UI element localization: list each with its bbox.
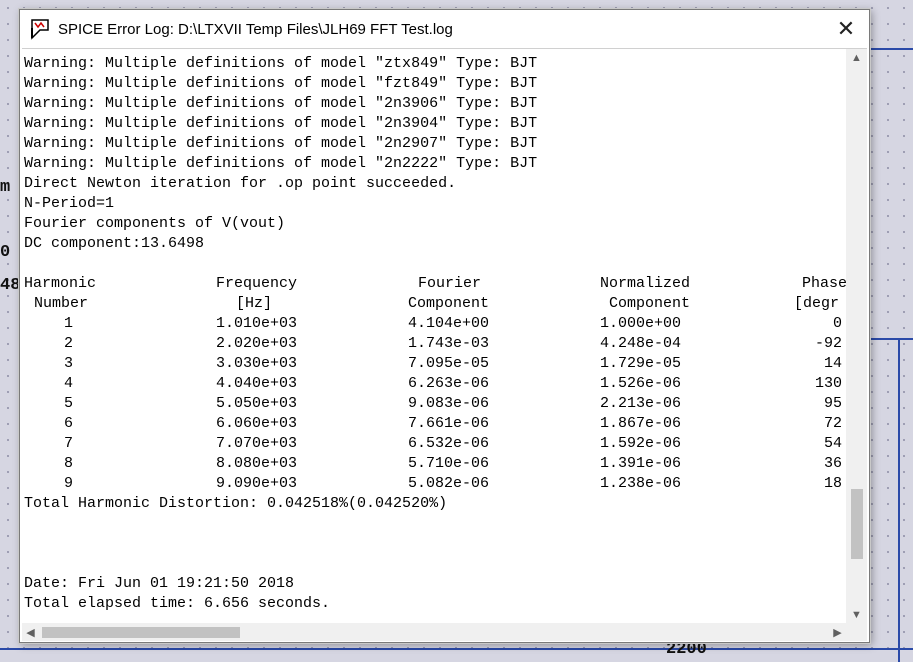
table-cell: 9 — [64, 475, 74, 492]
table-cell: 1.010e+03 — [216, 315, 298, 332]
table-cell: 1.391e-06 — [600, 455, 682, 472]
log-line: DC component:13.6498 — [24, 235, 205, 252]
horizontal-scroll-thumb[interactable] — [42, 627, 240, 638]
log-line: Direct Newton iteration for .op point su… — [24, 175, 457, 192]
table-cell: 7.070e+03 — [216, 435, 298, 452]
vertical-scroll-thumb[interactable] — [851, 489, 863, 559]
table-cell: Number — [34, 295, 89, 312]
table-cell: 5.082e-06 — [408, 475, 490, 492]
close-icon: ✕ — [836, 16, 856, 41]
table-cell: 4 — [64, 375, 74, 392]
log-header-lines: Warning: Multiple definitions of model "… — [22, 54, 846, 254]
table-cell: 1.867e-06 — [600, 415, 682, 432]
table-cell: 7 — [64, 435, 74, 452]
table-cell: 8 — [64, 455, 74, 472]
log-line: Warning: Multiple definitions of model "… — [24, 55, 538, 72]
table-cell: 1.729e-05 — [600, 355, 682, 372]
table-cell: Frequency — [216, 275, 298, 292]
table-cell: Harmonic — [24, 275, 97, 292]
size-grip[interactable] — [846, 623, 867, 641]
table-cell: 7.661e-06 — [408, 415, 490, 432]
table-cell: 6.532e-06 — [408, 435, 490, 452]
log-client-area: Warning: Multiple definitions of model "… — [22, 48, 867, 641]
log-line: Warning: Multiple definitions of model "… — [24, 75, 538, 92]
table-cell: 6.263e-06 — [408, 375, 490, 392]
table-cell: 2.020e+03 — [216, 335, 298, 352]
table-cell: 2 — [64, 335, 74, 352]
table-cell: 1.743e-03 — [408, 335, 490, 352]
log-line: Fourier components of V(vout) — [24, 215, 286, 232]
window-title: SPICE Error Log: D:\LTXVII Temp Files\JL… — [58, 20, 453, 38]
log-line: Warning: Multiple definitions of model "… — [24, 115, 538, 132]
table-cell: 9.083e-06 — [408, 395, 490, 412]
log-text-area[interactable]: Warning: Multiple definitions of model "… — [22, 49, 846, 623]
close-button[interactable]: ✕ — [823, 10, 869, 48]
table-cell: Component — [408, 295, 490, 312]
scroll-right-icon[interactable]: ▶ — [829, 623, 846, 641]
vertical-scrollbar[interactable]: ▲ ▼ — [846, 49, 867, 623]
table-cell: Fourier — [418, 275, 482, 292]
schematic-label: 0 — [0, 243, 11, 262]
elapsed-time-line: Total elapsed time: 6.656 seconds. — [24, 595, 331, 612]
log-line: N-Period=1 — [24, 195, 115, 212]
table-cell: Phase — [802, 275, 846, 292]
log-line: Warning: Multiple definitions of model "… — [24, 95, 538, 112]
table-cell: 9.090e+03 — [216, 475, 298, 492]
table-cell: Component — [609, 295, 691, 312]
table-cell: [degr — [794, 295, 840, 312]
schematic-wire — [898, 338, 900, 662]
table-cell: 1.000e+00 — [600, 315, 682, 332]
table-cell: 8.080e+03 — [216, 455, 298, 472]
schematic-wire — [868, 338, 913, 340]
scroll-up-icon[interactable]: ▲ — [846, 49, 867, 66]
table-cell: 7.095e-05 — [408, 355, 490, 372]
table-cell: 3.030e+03 — [216, 355, 298, 372]
table-cell: 5.710e-06 — [408, 455, 490, 472]
date-line: Date: Fri Jun 01 19:21:50 2018 — [24, 575, 295, 592]
log-line: Warning: Multiple definitions of model "… — [24, 135, 538, 152]
schematic-label: m — [0, 178, 11, 197]
spice-error-log-window: SPICE Error Log: D:\LTXVII Temp Files\JL… — [19, 9, 870, 643]
table-cell: 4.248e-04 — [600, 335, 682, 352]
log-line: Warning: Multiple definitions of model "… — [24, 155, 538, 172]
thd-line: Total Harmonic Distortion: 0.042518%(0.0… — [24, 495, 448, 512]
table-cell: 4.104e+00 — [408, 315, 490, 332]
table-cell: 6.060e+03 — [216, 415, 298, 432]
table-cell: 5.050e+03 — [216, 395, 298, 412]
table-cell: 3 — [64, 355, 74, 372]
table-cell: [Hz] — [236, 295, 273, 312]
schematic-wire — [868, 48, 913, 50]
scroll-left-icon[interactable]: ◀ — [22, 623, 39, 641]
scroll-down-icon[interactable]: ▼ — [846, 606, 867, 623]
table-cell: 1.592e-06 — [600, 435, 682, 452]
title-bar[interactable]: SPICE Error Log: D:\LTXVII Temp Files\JL… — [20, 10, 869, 48]
table-cell: 6 — [64, 415, 74, 432]
horizontal-scrollbar[interactable]: ◀ ▶ — [22, 623, 846, 641]
spice-error-log-icon — [31, 19, 49, 40]
table-cell: Normalized — [600, 275, 691, 292]
table-cell: 4.040e+03 — [216, 375, 298, 392]
table-cell: 2.213e-06 — [600, 395, 682, 412]
table-cell: 1.526e-06 — [600, 375, 682, 392]
table-cell: 5 — [64, 395, 74, 412]
table-cell: 1.238e-06 — [600, 475, 682, 492]
table-cell: 1 — [64, 315, 74, 332]
schematic-wire — [0, 648, 913, 650]
schematic-label: 48 — [0, 276, 21, 295]
